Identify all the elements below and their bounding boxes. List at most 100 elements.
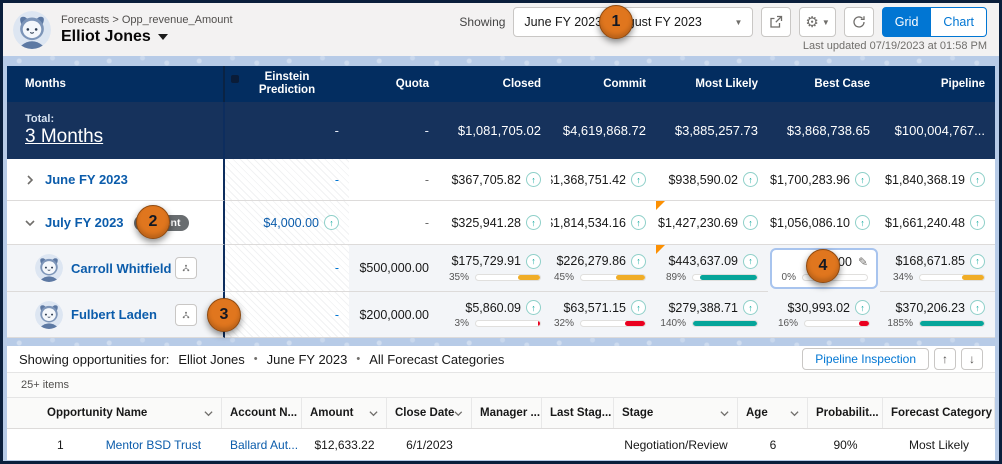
attainment-bar [475, 320, 541, 327]
chevron-down-icon [204, 409, 213, 418]
total-label: Total: [25, 113, 54, 125]
total-best-case-cell[interactable]: $3,868,738.65 [768, 102, 880, 159]
share-button[interactable] [761, 7, 791, 37]
chevron-right-icon[interactable] [25, 175, 35, 185]
june-link[interactable]: June FY 2023 [45, 172, 128, 187]
settings-button[interactable]: ⚙ ▼ [799, 7, 835, 37]
view-toggle: Grid Chart [882, 7, 987, 37]
fulbert-most-likely-cell[interactable]: $279,388.71↑ 140% [656, 292, 768, 338]
carroll-closed-cell[interactable]: $175,729.91↑ 35% [439, 245, 551, 292]
chart-view-button[interactable]: Chart [931, 7, 987, 37]
chevron-down-icon[interactable] [25, 218, 35, 228]
june-most-likely-cell[interactable]: $938,590.02↑ [656, 159, 768, 201]
up-arrow-indicator-icon: ↑ [970, 215, 985, 230]
total-einstein-cell: - [225, 102, 349, 159]
forecast-owner-selector[interactable]: Elliot Jones [61, 28, 233, 46]
astro-avatar [13, 11, 51, 49]
opportunity-link[interactable]: Mentor BSD Trust [106, 438, 201, 452]
grid-view-button[interactable]: Grid [882, 7, 932, 37]
july-commit-cell[interactable]: $1,814,534.16↑ [551, 201, 656, 245]
attainment-bar [475, 274, 541, 281]
total-pipeline-cell[interactable]: $100,004,767... [880, 102, 995, 159]
chevron-down-icon: ▼ [735, 18, 743, 27]
hierarchy-icon [182, 261, 190, 275]
july-closed-cell[interactable]: $325,941.28↑ [439, 201, 551, 245]
chevron-down-icon: ▼ [822, 18, 830, 27]
carroll-commit-cell[interactable]: $226,279.86↑ 45% [551, 245, 656, 292]
up-arrow-indicator-icon: ↑ [631, 172, 646, 187]
july-months-cell[interactable]: July FY 2023 Current [7, 201, 225, 245]
total-commit-cell[interactable]: $4,619,868.72 [551, 102, 656, 159]
fulbert-commit-cell[interactable]: $63,571.15↑ 32% [551, 292, 656, 338]
col-header-commit[interactable]: Commit [551, 66, 656, 102]
row-number: 1 [57, 438, 64, 452]
astro-avatar [35, 254, 63, 282]
opp-col-account-name[interactable]: Account N... [222, 398, 302, 428]
separator-dot: • [254, 353, 258, 365]
opp-stage-cell: Negotiation/Review [614, 429, 738, 460]
opp-col-opportunity-name[interactable]: Opportunity Name [7, 398, 222, 428]
opp-col-last-stage[interactable]: Last Stag... [542, 398, 614, 428]
col-header-months[interactable]: Months [7, 66, 225, 102]
carroll-most-likely-cell[interactable]: $443,637.09↑ 89% [656, 245, 768, 292]
chevron-down-icon [369, 409, 378, 418]
col-header-pipeline[interactable]: Pipeline [880, 66, 995, 102]
col-header-closed[interactable]: Closed [439, 66, 551, 102]
opps-title-prefix: Showing opportunities for: [19, 352, 169, 367]
opportunity-row: 1 Mentor BSD Trust Ballard Aut... $12,63… [7, 429, 995, 460]
pipeline-inspection-button[interactable]: Pipeline Inspection [802, 348, 929, 370]
total-closed-cell[interactable]: $1,081,705.02 [439, 102, 551, 159]
account-link[interactable]: Ballard Aut... [230, 438, 298, 452]
june-months-cell[interactable]: June FY 2023 [7, 159, 225, 201]
july-einstein-cell[interactable]: $4,000.00↑ [225, 201, 349, 245]
opp-col-manager[interactable]: Manager ... [472, 398, 542, 428]
col-header-most-likely[interactable]: Most Likely [656, 66, 768, 102]
showing-label: Showing [459, 15, 505, 29]
edit-pencil-icon[interactable]: ✎ [858, 255, 868, 269]
june-commit-cell[interactable]: $1,368,751.42↑ [551, 159, 656, 201]
col-header-best-case[interactable]: Best Case [768, 66, 880, 102]
sort-descending-button[interactable]: ↓ [961, 348, 983, 370]
attainment-bar [919, 274, 985, 281]
opportunities-header: Showing opportunities for: Elliot Jones … [7, 346, 995, 373]
total-period-link[interactable]: 3 Months [25, 126, 103, 148]
hierarchy-button[interactable] [175, 257, 197, 279]
opp-last-stage-cell [542, 429, 614, 460]
col-header-quota[interactable]: Quota [349, 66, 439, 102]
june-einstein-cell: - [225, 159, 349, 201]
adjustment-triangle-icon [656, 201, 665, 210]
june-pipeline-cell[interactable]: $1,840,368.19↑ [880, 159, 995, 201]
col-header-einstein-prediction[interactable]: Einstein Prediction [225, 66, 349, 102]
carroll-link[interactable]: Carroll Whitfield [71, 261, 171, 276]
hierarchy-button[interactable] [175, 304, 197, 326]
fulbert-best-case-cell[interactable]: $30,993.02↑ 16% [768, 292, 880, 338]
column-resize-handle-icon[interactable] [231, 75, 239, 83]
annotation-callout-2: 2 [136, 205, 170, 239]
up-arrow-indicator-icon: ↑ [743, 300, 758, 315]
july-most-likely-cell[interactable]: $1,427,230.69↑ [656, 201, 768, 245]
sort-ascending-button[interactable]: ↑ [934, 348, 956, 370]
fulbert-closed-cell[interactable]: $5,860.09↑ 3% [439, 292, 551, 338]
forecast-grid: Months Einstein Prediction Quota Closed … [7, 66, 995, 338]
june-best-case-cell[interactable]: $1,700,283.96↑ [768, 159, 880, 201]
july-pipeline-cell[interactable]: $1,661,240.48↑ [880, 201, 995, 245]
opp-col-close-date[interactable]: Close Date [387, 398, 472, 428]
carroll-quota-cell: $500,000.00 [349, 245, 439, 292]
opp-col-forecast-category[interactable]: Forecast Category [883, 398, 995, 428]
july-link[interactable]: July FY 2023 [45, 215, 124, 230]
june-closed-cell[interactable]: $367,705.82↑ [439, 159, 551, 201]
up-arrow-indicator-icon: ↑ [855, 215, 870, 230]
opp-col-stage[interactable]: Stage [614, 398, 738, 428]
fulbert-link[interactable]: Fulbert Laden [71, 307, 157, 322]
opp-col-amount[interactable]: Amount [302, 398, 387, 428]
opp-col-probability[interactable]: Probabilit... [808, 398, 883, 428]
opp-account-cell: Ballard Aut... [222, 429, 302, 460]
opp-age-cell: 6 [738, 429, 808, 460]
carroll-pipeline-cell[interactable]: $168,671.85↑ 34% [880, 245, 995, 292]
opp-col-age[interactable]: Age [738, 398, 808, 428]
july-best-case-cell[interactable]: $1,056,086.10↑ [768, 201, 880, 245]
period-selector[interactable]: June FY 2023 - August FY 2023 ▼ [513, 7, 753, 37]
refresh-button[interactable] [844, 7, 874, 37]
fulbert-pipeline-cell[interactable]: $370,206.23↑ 185% [880, 292, 995, 338]
total-most-likely-cell[interactable]: $3,885,257.73 [656, 102, 768, 159]
